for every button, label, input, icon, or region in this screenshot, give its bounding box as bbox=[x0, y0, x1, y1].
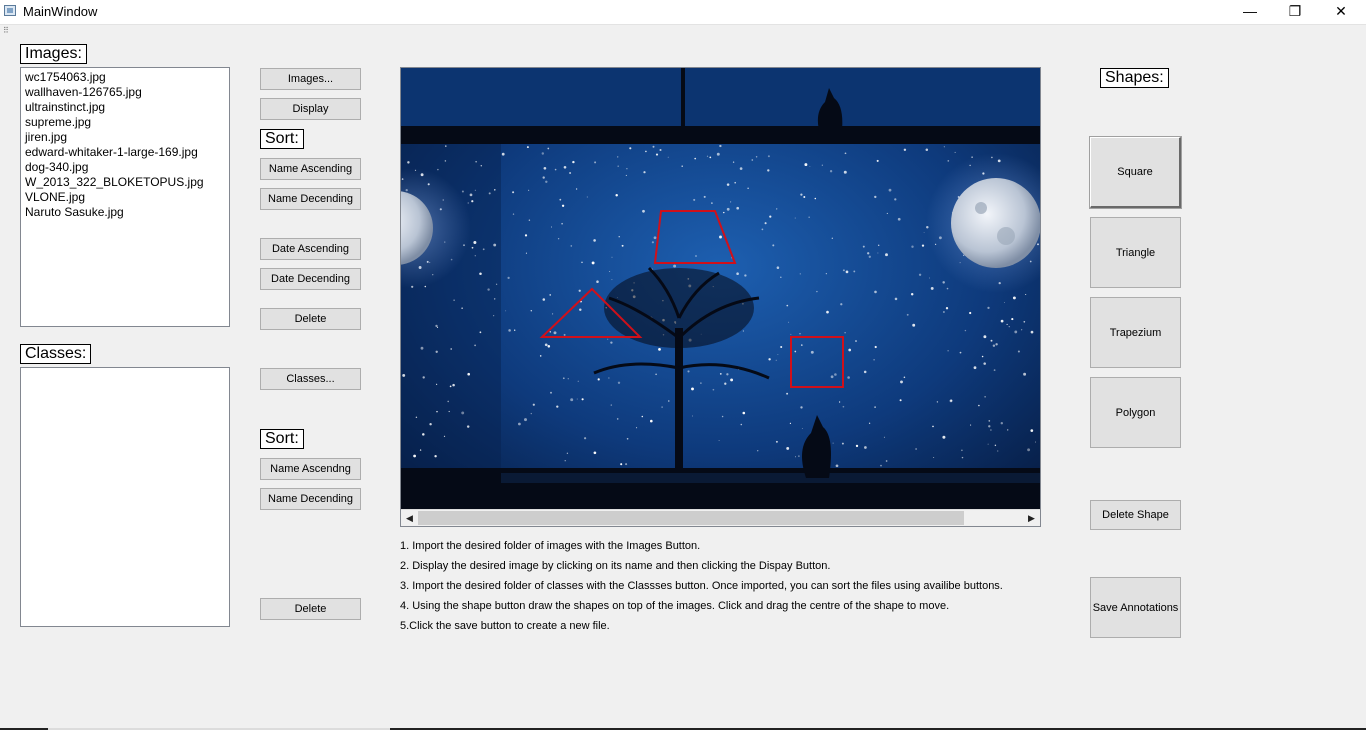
images-sort-label: Sort: bbox=[260, 129, 304, 149]
images-label: Images: bbox=[20, 44, 87, 64]
classes-button[interactable]: Classes... bbox=[260, 368, 361, 390]
polygon-button[interactable]: Polygon bbox=[1090, 377, 1181, 448]
display-button[interactable]: Display bbox=[260, 98, 361, 120]
title-separator bbox=[0, 24, 1366, 25]
scroll-left-icon[interactable]: ◀ bbox=[401, 510, 418, 526]
classes-sort-label: Sort: bbox=[260, 429, 304, 449]
scrollbar-thumb[interactable] bbox=[418, 511, 964, 525]
toolbar-grip-icon: ⠿ bbox=[3, 26, 9, 35]
list-item[interactable]: edward-whitaker-1-large-169.jpg bbox=[25, 145, 225, 160]
list-item[interactable]: W_2013_322_BLOKETOPUS.jpg bbox=[25, 175, 225, 190]
instruction-line: 5.Click the save button to create a new … bbox=[400, 620, 610, 632]
classes-delete-button[interactable]: Delete bbox=[260, 598, 361, 620]
classes-name-descending-button[interactable]: Name Decending bbox=[260, 488, 361, 510]
images-delete-button[interactable]: Delete bbox=[260, 308, 361, 330]
delete-shape-button[interactable]: Delete Shape bbox=[1090, 500, 1181, 530]
trapezium-button[interactable]: Trapezium bbox=[1090, 297, 1181, 368]
classes-label: Classes: bbox=[20, 344, 92, 364]
images-button[interactable]: Images... bbox=[260, 68, 361, 90]
title-bar: MainWindow — ❐ ✕ bbox=[0, 0, 1366, 24]
instruction-line: 1. Import the desired folder of images w… bbox=[400, 540, 701, 552]
instruction-line: 4. Using the shape button draw the shape… bbox=[400, 600, 950, 612]
restore-button[interactable]: ❐ bbox=[1272, 0, 1318, 24]
displayed-image bbox=[401, 68, 1040, 509]
list-item[interactable]: wallhaven-126765.jpg bbox=[25, 85, 225, 100]
classes-name-ascending-button[interactable]: Name Ascendng bbox=[260, 458, 361, 480]
save-annotations-button[interactable]: Save Annotations bbox=[1090, 577, 1181, 638]
instruction-line: 2. Display the desired image by clicking… bbox=[400, 560, 831, 572]
list-item[interactable]: wc1754063.jpg bbox=[25, 70, 225, 85]
images-list[interactable]: wc1754063.jpg wallhaven-126765.jpg ultra… bbox=[20, 67, 230, 327]
list-item[interactable]: ultrainstinct.jpg bbox=[25, 100, 225, 115]
list-item[interactable]: Naruto Sasuke.jpg bbox=[25, 205, 225, 220]
images-date-descending-button[interactable]: Date Decending bbox=[260, 268, 361, 290]
list-item[interactable]: supreme.jpg bbox=[25, 115, 225, 130]
list-item[interactable]: VLONE.jpg bbox=[25, 190, 225, 205]
images-name-ascending-button[interactable]: Name Ascending bbox=[260, 158, 361, 180]
window-title: MainWindow bbox=[23, 4, 98, 19]
images-date-ascending-button[interactable]: Date Ascending bbox=[260, 238, 361, 260]
instruction-line: 3. Import the desired folder of classes … bbox=[400, 580, 1003, 592]
list-item[interactable]: dog-340.jpg bbox=[25, 160, 225, 175]
horizontal-scrollbar[interactable]: ◀ ▶ bbox=[401, 509, 1040, 526]
shapes-label: Shapes: bbox=[1100, 68, 1169, 88]
list-item[interactable]: jiren.jpg bbox=[25, 130, 225, 145]
scroll-right-icon[interactable]: ▶ bbox=[1023, 510, 1040, 526]
image-viewer[interactable]: ◀ ▶ bbox=[400, 67, 1041, 527]
close-button[interactable]: ✕ bbox=[1318, 0, 1364, 24]
app-window-icon bbox=[4, 5, 16, 16]
square-button[interactable]: Square bbox=[1089, 136, 1182, 209]
minimize-button[interactable]: — bbox=[1227, 0, 1273, 24]
classes-list[interactable] bbox=[20, 367, 230, 627]
triangle-button[interactable]: Triangle bbox=[1090, 217, 1181, 288]
images-name-descending-button[interactable]: Name Decending bbox=[260, 188, 361, 210]
instructions: 1. Import the desired folder of images w… bbox=[400, 539, 1003, 639]
